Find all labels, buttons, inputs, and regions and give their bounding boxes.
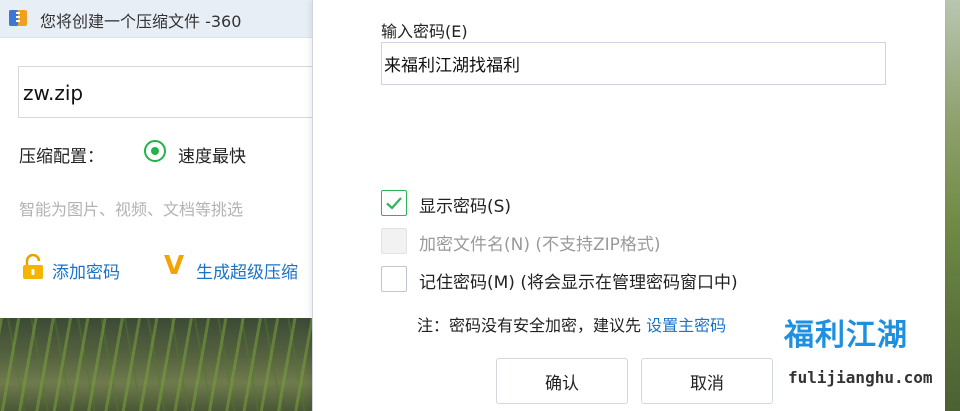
checkmark-icon [386,197,402,210]
compress-window-titlebar: 您将创建一个压缩文件 -360 [0,0,312,38]
set-master-password-link[interactable]: 设置主密码 [646,316,726,335]
rice-field-background-image [0,318,312,411]
vip-v-icon: V [164,251,185,281]
compress-window: 您将创建一个压缩文件 -360 zw.zip 压缩配置： 速度最快 智能为图片、… [0,0,312,411]
add-password-link[interactable]: 添加密码 [52,258,120,283]
confirm-button[interactable]: 确认 [496,358,628,404]
note-text: 注：密码没有安全加密，建议先 [417,316,647,335]
archive-filename-value: zw.zip [23,81,84,105]
show-password-row[interactable]: 显示密码(S) [381,190,681,218]
encrypt-filename-row: 加密文件名(N) (不支持ZIP格式) [381,228,781,256]
speed-fastest-label[interactable]: 速度最快 [178,142,246,167]
smart-compress-hint: 智能为图片、视频、文档等挑选 [19,200,244,219]
site-watermark-logo: 福利江湖 fulijianghu.com [780,318,940,398]
compress-config-label: 压缩配置： [19,147,104,167]
lock-icon [23,254,43,279]
password-input[interactable] [381,42,886,85]
speed-fastest-radio[interactable] [144,140,166,162]
watermark-url: fulijianghu.com [788,368,933,387]
remember-password-checkbox[interactable] [381,266,407,292]
password-security-note: 注：密码没有安全加密，建议先 设置主密码 [417,312,726,336]
show-password-label[interactable]: 显示密码(S) [419,192,511,217]
watermark-part1: 福利 [784,318,846,353]
archive-app-icon [9,10,27,26]
archive-filename-field[interactable]: zw.zip [18,66,312,118]
password-label: 输入密码(E) [381,22,468,41]
remember-password-row[interactable]: 记住密码(M) (将会显示在管理密码窗口中) [381,266,841,294]
encrypt-filename-label: 加密文件名(N) (不支持ZIP格式) [419,235,661,255]
watermark-title: 福利江湖 [784,318,908,354]
scenery-background-strip [944,0,960,411]
show-password-checkbox[interactable] [381,190,407,216]
compress-window-title: 您将创建一个压缩文件 -360 [40,12,242,31]
remember-password-label[interactable]: 记住密码(M) (将会显示在管理密码窗口中) [419,268,738,293]
watermark-part2: 江湖 [846,318,908,353]
generate-super-compress-link[interactable]: 生成超级压缩 [196,258,298,283]
cancel-button[interactable]: 取消 [641,358,773,404]
encrypt-filename-checkbox [381,228,407,254]
